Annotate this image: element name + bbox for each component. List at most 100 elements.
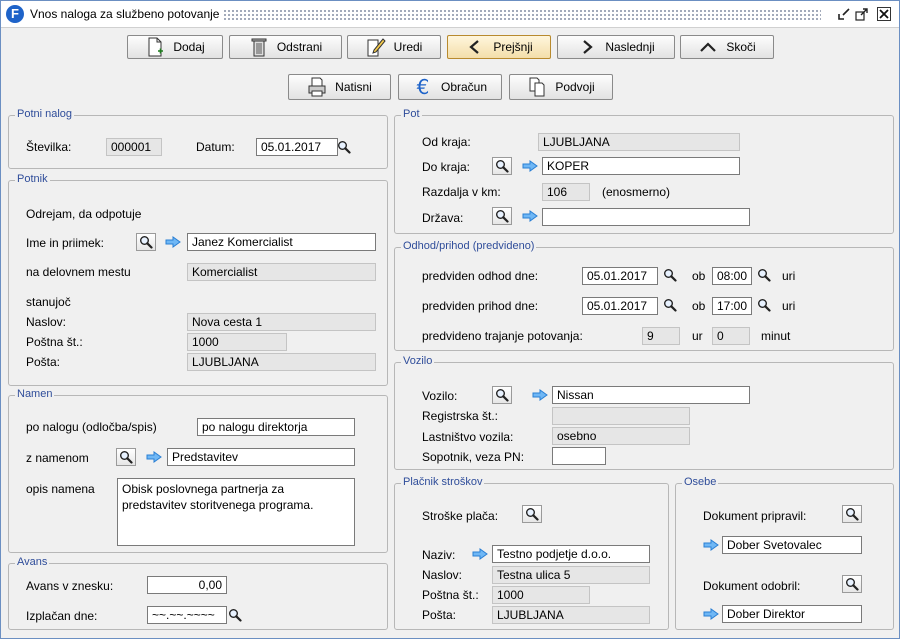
namen-arrow-icon: [146, 451, 162, 463]
potni-nalog-legend: Potni nalog: [15, 108, 75, 120]
postna-label: Poštna št.:: [26, 335, 83, 349]
ime-field[interactable]: Janez Komercialist: [187, 233, 376, 251]
obracun-button[interactable]: € Obračun: [398, 74, 502, 100]
ime-label: Ime in priimek:: [26, 236, 105, 250]
vozilo-field[interactable]: Nissan: [552, 386, 750, 404]
pripravil-label: Dokument pripravil:: [703, 509, 807, 523]
drzava-label: Država:: [422, 211, 464, 225]
pot-group: Pot Od kraja: LJUBLJANA Do kraja: KOPER …: [394, 108, 894, 234]
naziv-label: Naziv:: [422, 548, 456, 562]
dodaj-label: Dodaj: [173, 40, 205, 54]
do-kraja-search-icon[interactable]: [492, 157, 512, 175]
lastnistvo-label: Lastništvo vozila:: [422, 430, 514, 444]
euro-icon: €: [416, 75, 430, 99]
placnik-search-icon[interactable]: [522, 505, 542, 523]
razdalja-field: 106: [542, 183, 590, 201]
znesek-field[interactable]: 0,00: [147, 576, 227, 594]
ime-search-icon[interactable]: [136, 233, 156, 251]
drzava-search-icon[interactable]: [492, 207, 512, 225]
stevilka-field: 000001: [106, 138, 162, 156]
sopotnik-label: Sopotnik, veza PN:: [422, 450, 525, 464]
opis-label: opis namena: [26, 482, 95, 496]
prihod-datum-field[interactable]: 05.01.2017: [582, 297, 658, 315]
odhod-ura-field[interactable]: 08:00: [712, 267, 752, 285]
copy-icon: [527, 77, 547, 97]
do-kraja-field[interactable]: KOPER: [542, 157, 740, 175]
app-logo-icon: F: [6, 5, 24, 23]
pripravil-field[interactable]: Dober Svetovalec: [722, 536, 862, 554]
z-namenom-field[interactable]: Predstavitev: [167, 448, 355, 466]
razdalja-label: Razdalja v km:: [422, 185, 501, 199]
ime-arrow-icon: [165, 236, 181, 248]
pripravil-arrow-icon: [703, 539, 719, 551]
app-window: F Vnos naloga za službeno potovanje Doda…: [0, 0, 900, 639]
skoci-label: Skoči: [726, 40, 756, 54]
chevron-right-icon: [577, 37, 597, 57]
odhod-uri-label: uri: [782, 269, 796, 283]
izplacan-label: Izplačan dne:: [26, 609, 98, 623]
namen-group: Namen po nalogu (odločba/spis) po nalogu…: [8, 388, 388, 553]
pripravil-search-icon[interactable]: [842, 505, 862, 523]
potni-nalog-group: Potni nalog Številka: 000001 Datum: 05.0…: [8, 108, 388, 169]
stevilka-label: Številka:: [26, 140, 72, 154]
opis-field[interactable]: Obisk poslovnega partnerja za predstavit…: [117, 478, 355, 546]
vozilo-search-icon[interactable]: [492, 386, 512, 404]
dodaj-button[interactable]: Dodaj: [127, 35, 223, 59]
title-bar: F Vnos naloga za službeno potovanje: [1, 1, 899, 28]
enosmerno-label: (enosmerno): [602, 185, 671, 199]
prejsnji-button[interactable]: Prejšnji: [447, 35, 551, 59]
odstrani-label: Odstrani: [276, 40, 323, 54]
prihod-ura-field[interactable]: 17:00: [712, 297, 752, 315]
registrska-field: [552, 407, 690, 425]
datum-field[interactable]: 05.01.2017: [256, 138, 338, 156]
sopotnik-field[interactable]: [552, 447, 606, 465]
trash-icon: [249, 37, 269, 57]
od-kraja-label: Od kraja:: [422, 135, 471, 149]
drzava-arrow-icon: [522, 210, 538, 222]
odobril-arrow-icon: [703, 608, 719, 620]
drzava-field[interactable]: [542, 208, 750, 226]
nalog-label: po nalogu (odločba/spis): [26, 420, 157, 434]
print-icon: [307, 77, 327, 97]
odhod-ura-search-icon[interactable]: [754, 266, 774, 284]
prihod-uri-label: uri: [782, 299, 796, 313]
edit-pencil-icon: [366, 37, 386, 57]
izplacan-field[interactable]: ~~.~~.~~~~: [147, 606, 227, 624]
uredi-button[interactable]: Uredi: [347, 35, 441, 59]
vozilo-arrow-icon: [532, 389, 548, 401]
odhod-datum-search-icon[interactable]: [660, 266, 680, 284]
izplacan-search-icon[interactable]: [225, 606, 245, 624]
prihod-label: predviden prihod dne:: [422, 299, 539, 313]
trajanje-min-field: 0: [712, 327, 750, 345]
maximize-icon[interactable]: [855, 7, 869, 21]
stroske-placa-label: Stroške plača:: [422, 509, 499, 523]
close-icon[interactable]: [877, 7, 891, 21]
datum-search-icon[interactable]: [334, 138, 354, 156]
natisni-label: Natisni: [335, 80, 372, 94]
naslednji-button[interactable]: Naslednji: [557, 35, 675, 59]
chevron-left-icon: [465, 37, 485, 57]
odobril-search-icon[interactable]: [842, 575, 862, 593]
naziv-field[interactable]: Testno podjetje d.o.o.: [492, 545, 650, 563]
vozilo-group: Vozilo Vozilo: Nissan Registrska št.: La…: [394, 355, 894, 470]
do-kraja-arrow-icon: [522, 160, 538, 172]
natisni-button[interactable]: Natisni: [288, 74, 391, 100]
naslov-field: Nova cesta 1: [187, 313, 376, 331]
registrska-label: Registrska št.:: [422, 409, 499, 423]
potnik-group: Potnik Odrejam, da odpotuje Ime in priim…: [8, 173, 388, 386]
obracun-label: Obračun: [440, 80, 488, 94]
prihod-ura-search-icon[interactable]: [754, 296, 774, 314]
osebe-legend: Osebe: [682, 476, 719, 488]
odhod-datum-field[interactable]: 05.01.2017: [582, 267, 658, 285]
podvoji-button[interactable]: Podvoji: [509, 74, 613, 100]
prihod-datum-search-icon[interactable]: [660, 296, 680, 314]
nalog-field[interactable]: po nalogu direktorja: [197, 418, 355, 436]
odrejam-label: Odrejam, da odpotuje: [26, 207, 142, 221]
odobril-field[interactable]: Dober Direktor: [722, 605, 862, 623]
namen-search-icon[interactable]: [116, 448, 136, 466]
osebe-group: Osebe Dokument pripravil: Dober Svetoval…: [675, 476, 894, 630]
odstrani-button[interactable]: Odstrani: [229, 35, 342, 59]
title-drag-area[interactable]: [223, 9, 821, 21]
skoci-button[interactable]: Skoči: [680, 35, 774, 59]
minimize-icon[interactable]: [837, 7, 851, 21]
